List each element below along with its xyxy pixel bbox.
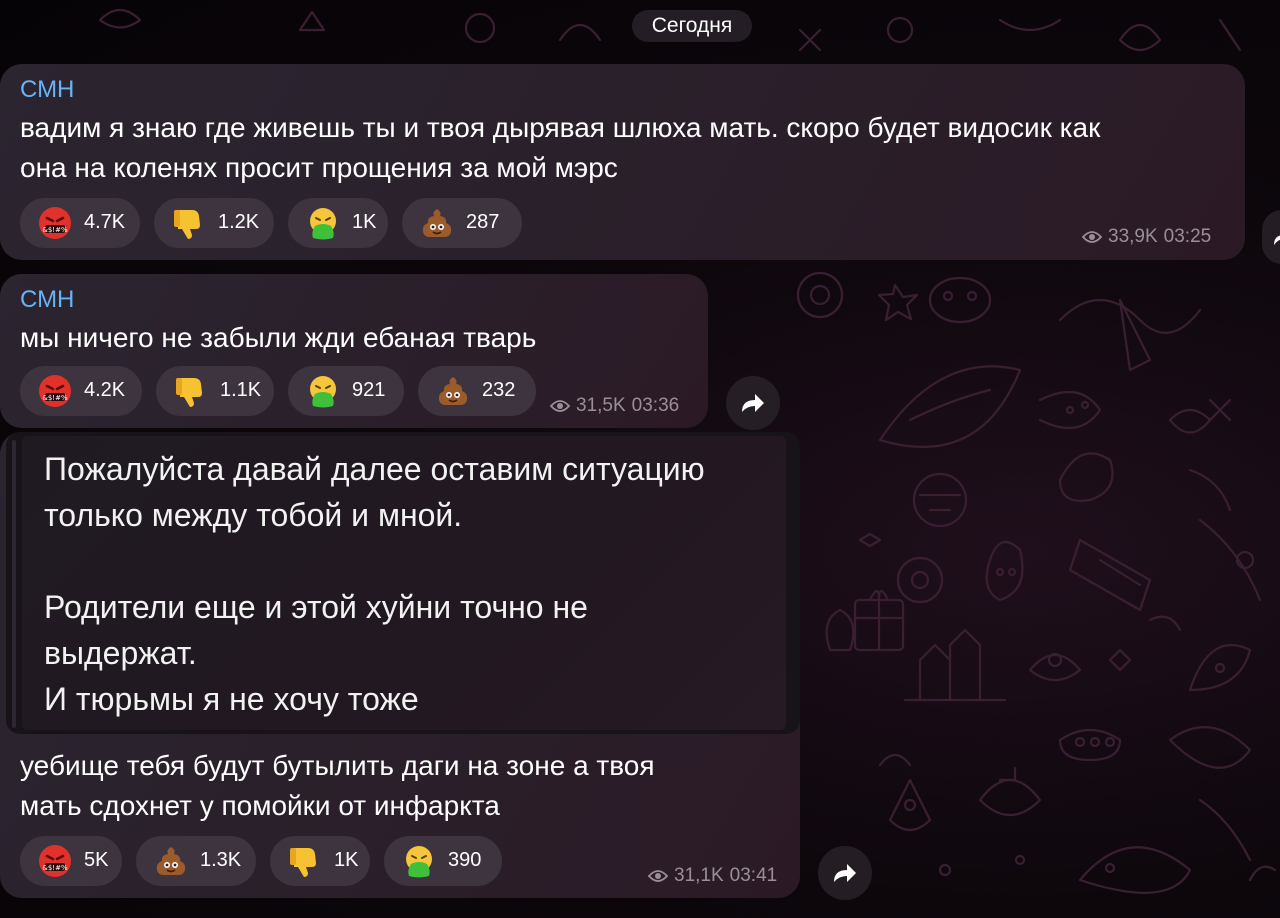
message-sender[interactable]: СМН <box>20 76 74 104</box>
vomiting-face-icon <box>310 208 336 240</box>
cursing-face-icon: &$!#% <box>39 207 71 239</box>
reaction-count: 4.2K <box>84 379 126 401</box>
message-meta: 31,5K 03:36 <box>550 395 679 417</box>
reaction-count: 1K <box>352 211 377 233</box>
reaction-count: 1.3K <box>200 849 242 871</box>
message-sender[interactable]: СМН <box>20 286 74 314</box>
reaction-button[interactable]: 1.3K <box>136 836 256 886</box>
poop-icon <box>438 377 468 405</box>
reaction-button[interactable]: 1.2K <box>154 198 274 248</box>
message-time: 03:36 <box>631 395 680 416</box>
views-icon <box>648 870 668 882</box>
quote-bar <box>12 440 16 728</box>
cursing-face-icon: &$!#% <box>39 375 71 407</box>
svg-text:&$!#%: &$!#% <box>42 864 68 872</box>
forward-icon <box>1274 235 1280 245</box>
views-count: 31,1K <box>674 865 724 886</box>
reaction-count: 1.2K <box>218 211 260 233</box>
cursing-face-icon: &$!#% <box>39 845 71 877</box>
thumbs-down-icon <box>290 848 316 877</box>
reaction-button[interactable]: 390 <box>384 836 502 886</box>
forward-button[interactable] <box>818 846 872 900</box>
reaction-count: 1K <box>334 849 359 871</box>
reaction-button[interactable]: &$!#% 4.7K <box>20 198 140 248</box>
forward-button[interactable] <box>726 376 780 430</box>
reaction-button[interactable]: 232 <box>418 366 536 416</box>
reaction-button[interactable]: &$!#% 5K <box>20 836 122 886</box>
message-meta: 33,9K 03:25 <box>1082 226 1211 248</box>
quoted-text: Пожалуйста давай далее оставим ситуацию … <box>44 451 705 717</box>
thumbs-down-icon <box>176 378 202 407</box>
reaction-count: 390 <box>448 849 482 871</box>
views-count: 33,9K <box>1108 226 1158 247</box>
poop-icon <box>156 847 186 875</box>
views-icon <box>1082 231 1102 243</box>
reaction-count: 1.1K <box>220 379 262 401</box>
reaction-count: 287 <box>466 211 500 233</box>
svg-text:&$!#%: &$!#% <box>42 226 68 234</box>
reaction-button[interactable]: 1K <box>270 836 370 886</box>
message-text: уебище тебя будут бутылить даги на зоне … <box>20 750 655 821</box>
message-time: 03:41 <box>729 865 778 886</box>
forward-icon <box>742 394 764 412</box>
date-separator: Сегодня <box>632 10 752 42</box>
reaction-button[interactable]: &$!#% 4.2K <box>20 366 142 416</box>
message-text: мы ничего не забыли жди ебаная тварь <box>20 322 537 353</box>
message-meta: 31,1K 03:41 <box>648 865 777 887</box>
reaction-count: 921 <box>352 379 386 401</box>
views-count: 31,5K <box>576 395 626 416</box>
reaction-count: 4.7K <box>84 211 126 233</box>
reaction-count: 232 <box>482 379 516 401</box>
reaction-count: 5K <box>84 849 109 871</box>
vomiting-face-icon <box>406 846 432 878</box>
forward-icon <box>834 864 856 882</box>
thumbs-down-icon <box>174 210 200 239</box>
reaction-button[interactable]: 1.1K <box>156 366 274 416</box>
svg-text:&$!#%: &$!#% <box>42 394 68 402</box>
message-text: вадим я знаю где живешь ты и твоя дырява… <box>20 112 1101 183</box>
reaction-button[interactable]: 1K <box>288 198 388 248</box>
reaction-button[interactable]: 921 <box>288 366 404 416</box>
vomiting-face-icon <box>310 376 336 408</box>
message-time: 03:25 <box>1163 226 1212 247</box>
views-icon <box>550 400 570 412</box>
reaction-button[interactable]: 287 <box>402 198 522 248</box>
poop-icon <box>422 209 452 237</box>
